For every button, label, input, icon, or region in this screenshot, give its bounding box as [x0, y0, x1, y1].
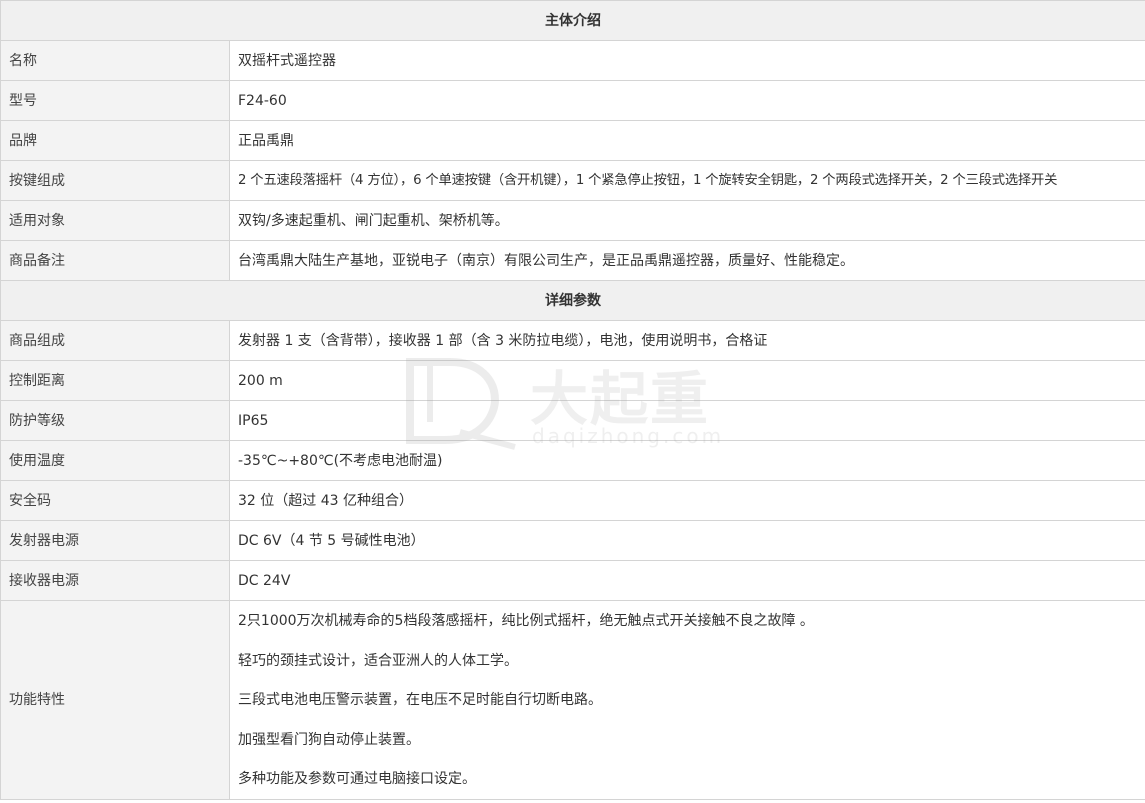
section-header-row: 详细参数: [0, 280, 1145, 321]
section-title: 详细参数: [0, 280, 1145, 321]
section-header-row: 主体介绍: [0, 0, 1145, 41]
row-label: 按键组成: [0, 160, 230, 201]
row-label: 安全码: [0, 480, 230, 521]
row-value: F24-60: [229, 80, 1145, 121]
table-row: 安全码 32 位（超过 43 亿种组合）: [0, 480, 1145, 521]
row-value: -35℃~+80℃(不考虑电池耐温): [229, 440, 1145, 481]
row-label: 控制距离: [0, 360, 230, 401]
spec-table: 主体介绍 名称 双摇杆式遥控器 型号 F24-60 品牌 正品禹鼎 按键组成 2…: [0, 0, 1145, 800]
row-label: 发射器电源: [0, 520, 230, 561]
table-row: 按键组成 2 个五速段落摇杆（4 方位），6 个单速按键（含开机键），1 个紧急…: [0, 160, 1145, 201]
feature-item: 轻巧的颈挂式设计，适合亚洲人的人体工学。: [238, 652, 518, 669]
features-list: 2只1000万次机械寿命的5档段落感摇杆，纯比例式摇杆，绝无触点式开关接触不良之…: [229, 600, 1145, 800]
table-row: 发射器电源 DC 6V（4 节 5 号碱性电池）: [0, 520, 1145, 561]
row-label: 接收器电源: [0, 560, 230, 601]
features-label: 功能特性: [0, 600, 230, 800]
feature-item: 三段式电池电压警示装置，在电压不足时能自行切断电路。: [238, 692, 602, 709]
row-label: 防护等级: [0, 400, 230, 441]
table-row: 商品组成 发射器 1 支（含背带），接收器 1 部（含 3 米防拉电缆），电池，…: [0, 320, 1145, 361]
row-value: IP65: [229, 400, 1145, 441]
table-row: 防护等级 IP65: [0, 400, 1145, 441]
row-value: DC 24V: [229, 560, 1145, 601]
row-label: 品牌: [0, 120, 230, 161]
row-value: 发射器 1 支（含背带），接收器 1 部（含 3 米防拉电缆），电池，使用说明书…: [229, 320, 1145, 361]
row-label: 商品备注: [0, 240, 230, 281]
table-row: 控制距离 200 m: [0, 360, 1145, 401]
row-value: 32 位（超过 43 亿种组合）: [229, 480, 1145, 521]
table-row: 型号 F24-60: [0, 80, 1145, 121]
row-label: 型号: [0, 80, 230, 121]
row-value: 2 个五速段落摇杆（4 方位），6 个单速按键（含开机键），1 个紧急停止按钮，…: [229, 160, 1145, 201]
section-title: 主体介绍: [0, 0, 1145, 41]
row-label: 适用对象: [0, 200, 230, 241]
feature-item: 多种功能及参数可通过电脑接口设定。: [238, 771, 476, 788]
row-label: 商品组成: [0, 320, 230, 361]
row-value: 双钩/多速起重机、闸门起重机、架桥机等。: [229, 200, 1145, 241]
row-value: 正品禹鼎: [229, 120, 1145, 161]
table-row: 接收器电源 DC 24V: [0, 560, 1145, 601]
table-row: 名称 双摇杆式遥控器: [0, 40, 1145, 81]
row-value: 双摇杆式遥控器: [229, 40, 1145, 81]
row-label: 使用温度: [0, 440, 230, 481]
feature-item: 加强型看门狗自动停止装置。: [238, 731, 420, 748]
table-row: 品牌 正品禹鼎: [0, 120, 1145, 161]
table-row: 适用对象 双钩/多速起重机、闸门起重机、架桥机等。: [0, 200, 1145, 241]
table-row: 商品备注 台湾禹鼎大陆生产基地，亚锐电子（南京）有限公司生产，是正品禹鼎遥控器，…: [0, 240, 1145, 281]
row-value: 台湾禹鼎大陆生产基地，亚锐电子（南京）有限公司生产，是正品禹鼎遥控器，质量好、性…: [229, 240, 1145, 281]
row-value: DC 6V（4 节 5 号碱性电池）: [229, 520, 1145, 561]
row-label: 名称: [0, 40, 230, 81]
feature-item: 2只1000万次机械寿命的5档段落感摇杆，纯比例式摇杆，绝无触点式开关接触不良之…: [238, 613, 814, 629]
row-value: 200 m: [229, 360, 1145, 401]
table-row: 使用温度 -35℃~+80℃(不考虑电池耐温): [0, 440, 1145, 481]
features-row: 功能特性 2只1000万次机械寿命的5档段落感摇杆，纯比例式摇杆，绝无触点式开关…: [0, 600, 1145, 800]
